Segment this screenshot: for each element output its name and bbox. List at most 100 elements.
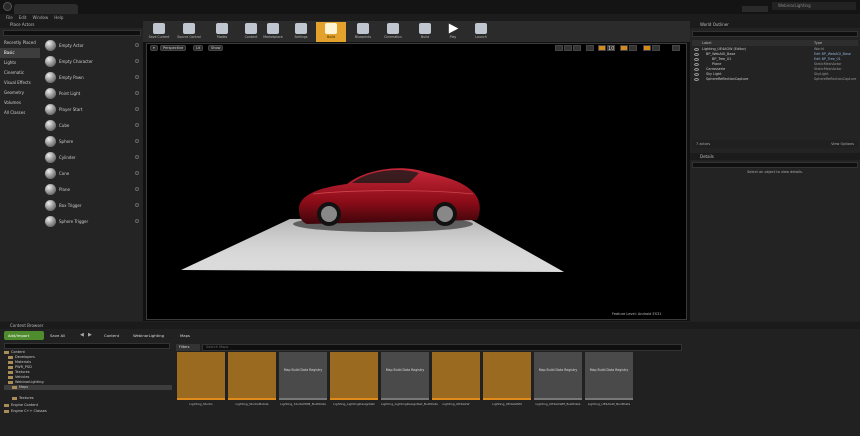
place-item-sphere[interactable]: Sphere [42, 134, 143, 150]
folder-search-input[interactable] [4, 343, 170, 349]
rotation-snap-icon[interactable] [620, 45, 628, 51]
place-item-point-light[interactable]: Point Light [42, 86, 143, 102]
launch-button[interactable]: Launch [466, 22, 496, 42]
help-icon[interactable] [135, 219, 139, 223]
maximize-viewport-icon[interactable] [672, 45, 680, 51]
outliner-col-type[interactable]: Type [814, 40, 822, 46]
help-icon[interactable] [135, 75, 139, 79]
tree-item-selected[interactable]: Maps [4, 385, 172, 390]
tree-item[interactable]: Engine Content [4, 403, 172, 408]
help-icon[interactable] [135, 203, 139, 207]
forward-arrow-icon[interactable]: ▶ [88, 333, 93, 338]
asset-tile[interactable]: Map Build Data Registry Lighting_UE4AGWM_… [534, 352, 582, 414]
breadcrumb-content[interactable]: Content [104, 331, 119, 340]
viewport-options-button[interactable]: ▾ [150, 45, 158, 51]
breadcrumb-maps[interactable]: Maps [180, 331, 190, 340]
help-icon[interactable] [135, 43, 139, 47]
tree-item[interactable]: Textures [4, 396, 172, 401]
marketplace-button[interactable]: Marketplace [258, 22, 288, 42]
window-controls[interactable] [742, 6, 768, 12]
menu-edit[interactable]: Edit [19, 15, 27, 20]
eye-icon[interactable] [694, 63, 699, 66]
camera-speed-icon[interactable] [652, 45, 660, 51]
eye-icon[interactable] [694, 68, 699, 71]
menu-window[interactable]: Window [32, 15, 48, 20]
eye-icon[interactable] [694, 58, 699, 61]
category-visual-effects[interactable]: Visual Effects [0, 78, 40, 88]
help-icon[interactable] [135, 171, 139, 175]
place-item-cylinder[interactable]: Cylinder [42, 150, 143, 166]
rotation-snap-value[interactable] [629, 45, 637, 51]
asset-tile[interactable]: Map Build Data Registry Lighting_StudioMO… [279, 352, 327, 414]
eye-icon[interactable] [694, 53, 699, 56]
place-item-sphere-trigger[interactable]: Sphere Trigger [42, 214, 143, 230]
source-control-button[interactable]: Source Control [174, 22, 204, 42]
category-geometry[interactable]: Geometry [0, 88, 40, 98]
world-icon[interactable] [586, 45, 594, 51]
category-all-classes[interactable]: All Classes [0, 108, 40, 118]
help-icon[interactable] [135, 139, 139, 143]
back-arrow-icon[interactable]: ◀ [80, 333, 85, 338]
asset-tile[interactable]: Lighting_LightingDesignNet [330, 352, 378, 414]
rotate-icon[interactable] [564, 45, 572, 51]
eye-icon[interactable] [694, 73, 699, 76]
asset-tile[interactable]: Lighting_StudioMobile [228, 352, 276, 414]
asset-tile[interactable]: Lighting_UE4AGW [432, 352, 480, 414]
save-all-button[interactable]: Save All [50, 331, 76, 340]
build-button[interactable]: Build [410, 22, 440, 42]
menu-help[interactable]: Help [54, 15, 63, 20]
tree-item[interactable]: Engine C++ Classes [4, 409, 172, 414]
scale-icon[interactable] [573, 45, 581, 51]
eye-icon[interactable] [694, 48, 699, 51]
asset-search-input[interactable]: Search Maps [202, 344, 682, 351]
category-lights[interactable]: Lights [0, 58, 40, 68]
place-item-empty-pawn[interactable]: Empty Pawn [42, 70, 143, 86]
cinematics-button[interactable]: Cinematics [378, 22, 408, 42]
unreal-logo-icon[interactable] [3, 2, 12, 11]
modes-search-input[interactable] [3, 30, 141, 36]
blueprints-button[interactable]: Blueprints [348, 22, 378, 42]
perspective-button[interactable]: Perspective [160, 45, 187, 51]
asset-tile[interactable]: Map Build Data Registry Lighting_UE4AGW_B… [585, 352, 633, 414]
place-item-cone[interactable]: Cone [42, 166, 143, 182]
category-cinematic[interactable]: Cinematic [0, 68, 40, 78]
details-search-input[interactable] [692, 162, 858, 168]
settings-button[interactable]: Settings [286, 22, 316, 42]
category-volumes[interactable]: Volumes [0, 98, 40, 108]
menu-file[interactable]: File [6, 15, 13, 20]
grid-size-value[interactable]: 10 [607, 45, 615, 52]
help-icon[interactable] [135, 91, 139, 95]
help-icon[interactable] [135, 107, 139, 111]
place-item-player-start[interactable]: Player Start [42, 102, 143, 118]
show-button[interactable]: Show [208, 45, 224, 51]
build-active-button[interactable]: Build [316, 22, 346, 42]
outliner-col-label[interactable]: Label [702, 40, 711, 46]
eye-icon[interactable] [694, 78, 699, 81]
breadcrumb-webinarlighting[interactable]: WebinarLighting [133, 331, 164, 340]
play-button[interactable]: Play [438, 22, 468, 42]
level-viewport[interactable] [146, 43, 687, 320]
category-recently-placed[interactable]: Recently Placed [0, 38, 40, 48]
grid-snap-icon[interactable] [598, 45, 606, 51]
outliner-search-input[interactable] [692, 31, 858, 37]
place-item-plane[interactable]: Plane [42, 182, 143, 198]
outliner-row[interactable]: SphereReflectionCapture SphereReflectionC… [692, 77, 858, 82]
place-item-empty-actor[interactable]: Empty Actor [42, 38, 143, 54]
place-item-box-trigger[interactable]: Box Trigger [42, 198, 143, 214]
category-basic[interactable]: Basic [0, 48, 40, 58]
place-item-empty-character[interactable]: Empty Character [42, 54, 143, 70]
help-icon[interactable] [135, 59, 139, 63]
help-icon[interactable] [135, 187, 139, 191]
asset-tile[interactable]: Map Build Data Registry Lighting_Lighting… [381, 352, 438, 414]
scale-snap-icon[interactable] [643, 45, 651, 51]
filters-button[interactable]: Filters [176, 344, 200, 351]
place-item-cube[interactable]: Cube [42, 118, 143, 134]
help-icon[interactable] [135, 123, 139, 127]
asset-tile[interactable]: Lighting_UE4AGWM [483, 352, 531, 414]
add-import-button[interactable]: Add/Import [4, 331, 44, 340]
view-options-button[interactable]: View Options [831, 140, 854, 148]
save-current-button[interactable]: Save Current [144, 22, 174, 42]
modes-button[interactable]: Modes [207, 22, 237, 42]
lit-button[interactable]: Lit [193, 45, 204, 51]
asset-tile[interactable]: Lighting_Studio [177, 352, 225, 414]
